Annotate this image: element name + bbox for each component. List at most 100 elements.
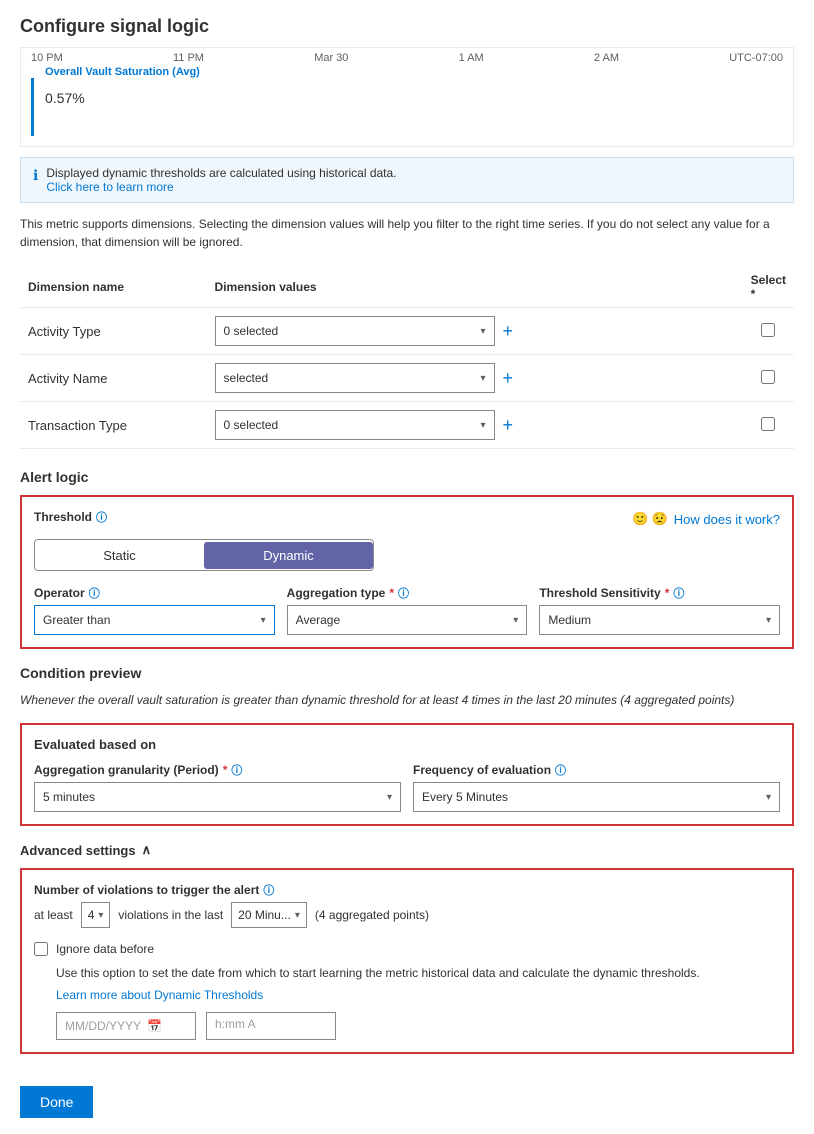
aggregation-info-icon[interactable]: ⓘ	[398, 585, 409, 601]
dim-checkbox-2[interactable]	[761, 370, 775, 384]
condition-preview-header: Condition preview	[20, 665, 794, 681]
chevron-down-icon: ▾	[513, 615, 518, 626]
chart-blue-bar	[31, 78, 34, 136]
threshold-sensitivity-field: Threshold Sensitivity * ⓘ Medium ▾	[539, 585, 780, 635]
happy-face-icon: 🙂	[632, 511, 648, 527]
advanced-settings-section: Number of violations to trigger the aler…	[20, 868, 794, 1054]
table-row: Activity Type 0 selected ▾ +	[20, 308, 794, 355]
ignore-text: Ignore data before	[56, 942, 154, 956]
operator-label-row: Operator ⓘ	[34, 585, 275, 601]
granularity-dropdown[interactable]: 5 minutes ▾	[34, 782, 401, 812]
dim-checkbox-1[interactable]	[761, 323, 775, 337]
dim-values-dropdown-1[interactable]: 0 selected ▾	[215, 316, 495, 346]
frequency-dropdown[interactable]: Every 5 Minutes ▾	[413, 782, 780, 812]
violations-label-row: Number of violations to trigger the aler…	[34, 882, 780, 898]
date-input[interactable]: MM/DD/YYYY 📅	[56, 1012, 196, 1040]
dimension-table: Dimension name Dimension values Select *…	[20, 267, 794, 449]
sensitivity-label-row: Threshold Sensitivity * ⓘ	[539, 585, 780, 601]
chevron-down-icon: ▾	[261, 615, 266, 626]
violations-info-icon[interactable]: ⓘ	[263, 882, 274, 898]
ignore-label[interactable]: Ignore data before	[34, 942, 780, 956]
col-header-values: Dimension values	[207, 267, 717, 308]
time-input[interactable]: h:mm A	[206, 1012, 336, 1040]
chevron-down-icon: ▾	[481, 420, 486, 431]
add-dim-2-button[interactable]: +	[503, 368, 514, 389]
evaluated-section: Evaluated based on Aggregation granulari…	[20, 723, 794, 826]
learn-more-link[interactable]: Click here to learn more	[46, 180, 173, 194]
col-header-select: Select *	[743, 267, 794, 308]
condition-preview-text: Whenever the overall vault saturation is…	[20, 691, 794, 709]
required-star: *	[389, 586, 394, 600]
violations-section: Number of violations to trigger the aler…	[34, 882, 780, 928]
operator-info-icon[interactable]: ⓘ	[89, 585, 100, 601]
static-toggle-btn[interactable]: Static	[35, 542, 204, 569]
chevron-down-icon: ▾	[481, 373, 486, 384]
threshold-row: Threshold ⓘ 🙂 😟 How does it work?	[34, 509, 780, 529]
granularity-label-row: Aggregation granularity (Period) * ⓘ	[34, 762, 401, 778]
alert-logic-section: Threshold ⓘ 🙂 😟 How does it work? Static…	[20, 495, 794, 649]
frequency-field: Frequency of evaluation ⓘ Every 5 Minute…	[413, 762, 780, 812]
dim-select-1[interactable]	[743, 308, 794, 355]
calendar-icon: 📅	[147, 1019, 162, 1033]
info-banner: ℹ Displayed dynamic thresholds are calcu…	[20, 157, 794, 203]
sensitivity-dropdown[interactable]: Medium ▾	[539, 605, 780, 635]
granularity-info-icon[interactable]: ⓘ	[231, 762, 242, 778]
threshold-right: 🙂 😟 How does it work?	[632, 511, 780, 527]
evaluated-fields: Aggregation granularity (Period) * ⓘ 5 m…	[34, 762, 780, 812]
chevron-down-icon: ▾	[766, 792, 771, 803]
chevron-down-icon: ▾	[766, 615, 771, 626]
dim-select-2[interactable]	[743, 355, 794, 402]
dim-checkbox-3[interactable]	[761, 417, 775, 431]
smiley-icons: 🙂 😟	[632, 511, 667, 527]
add-dim-3-button[interactable]: +	[503, 415, 514, 436]
dim-name-2: Activity Name	[20, 355, 207, 402]
violations-window-dropdown[interactable]: 20 Minu... ▾	[231, 902, 307, 928]
threshold-label-row: Threshold ⓘ	[34, 509, 107, 525]
dim-name-3: Transaction Type	[20, 402, 207, 449]
aggregation-type-label: Aggregation type	[287, 586, 386, 600]
advanced-settings-label: Advanced settings	[20, 843, 136, 858]
col-header-name: Dimension name	[20, 267, 207, 308]
aggregation-granularity-field: Aggregation granularity (Period) * ⓘ 5 m…	[34, 762, 401, 812]
dim-values-cell-2: selected ▾ +	[215, 363, 709, 393]
chevron-down-icon: ▾	[387, 792, 392, 803]
threshold-label: Threshold	[34, 510, 92, 524]
how-it-works-link[interactable]: How does it work?	[674, 512, 780, 527]
table-row: Activity Name selected ▾ +	[20, 355, 794, 402]
sensitivity-info-icon[interactable]: ⓘ	[673, 585, 684, 601]
dim-values-dropdown-3[interactable]: 0 selected ▾	[215, 410, 495, 440]
frequency-label: Frequency of evaluation	[413, 763, 551, 777]
violations-count-dropdown[interactable]: 4 ▾	[81, 902, 111, 928]
aggregated-points-label: (4 aggregated points)	[315, 908, 429, 922]
threshold-toggle[interactable]: Static Dynamic	[34, 539, 374, 571]
operator-label: Operator	[34, 586, 85, 600]
description-text: This metric supports dimensions. Selecti…	[20, 215, 794, 251]
done-button[interactable]: Done	[20, 1086, 93, 1118]
col-header-plus	[717, 267, 743, 308]
table-row: Transaction Type 0 selected ▾ +	[20, 402, 794, 449]
dim-values-dropdown-2[interactable]: selected ▾	[215, 363, 495, 393]
operator-field: Operator ⓘ Greater than ▾	[34, 585, 275, 635]
chevron-up-icon: ∧	[142, 842, 152, 858]
advanced-settings-toggle[interactable]: Advanced settings ∧	[20, 842, 794, 858]
granularity-label: Aggregation granularity (Period)	[34, 763, 219, 777]
page-title: Configure signal logic	[20, 16, 794, 37]
date-time-row: MM/DD/YYYY 📅 h:mm A	[56, 1012, 780, 1040]
ignore-section: Ignore data before Use this option to se…	[34, 942, 780, 1040]
operator-dropdown[interactable]: Greater than ▾	[34, 605, 275, 635]
evaluated-header: Evaluated based on	[34, 737, 780, 752]
aggregation-type-dropdown[interactable]: Average ▾	[287, 605, 528, 635]
dynamic-toggle-btn[interactable]: Dynamic	[204, 542, 373, 569]
advanced-settings-container: Advanced settings ∧ Number of violations…	[20, 842, 794, 1054]
threshold-info-icon[interactable]: ⓘ	[96, 509, 107, 525]
dim-select-3[interactable]	[743, 402, 794, 449]
required-star-2: *	[665, 586, 670, 600]
learn-dynamic-link[interactable]: Learn more about Dynamic Thresholds	[56, 988, 780, 1002]
add-dim-1-button[interactable]: +	[503, 321, 514, 342]
aggregation-type-field: Aggregation type * ⓘ Average ▾	[287, 585, 528, 635]
at-least-label: at least	[34, 908, 73, 922]
ignore-checkbox[interactable]	[34, 942, 48, 956]
chevron-down-icon: ▾	[295, 910, 300, 921]
metric-value: 0.57%	[35, 78, 793, 110]
frequency-info-icon[interactable]: ⓘ	[555, 762, 566, 778]
